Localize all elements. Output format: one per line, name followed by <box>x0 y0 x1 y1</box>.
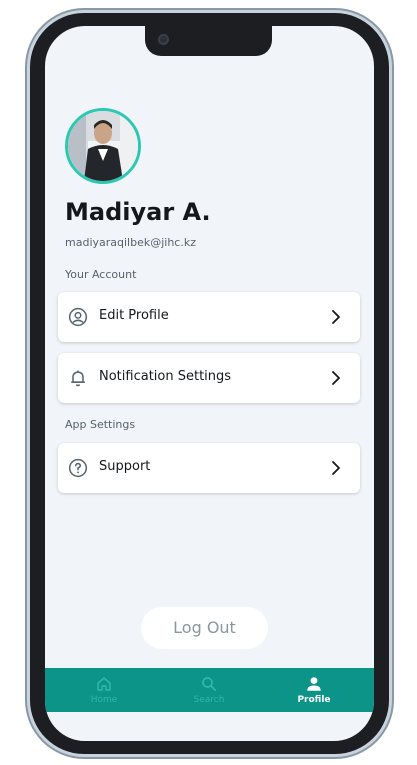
avatar-photo <box>68 111 138 181</box>
chevron-right-icon <box>332 310 340 324</box>
camera-icon <box>158 34 169 45</box>
screen: Madiyar A. madiyaraqilbek@jihc.kz Your A… <box>45 26 374 741</box>
nav-home-label: Home <box>90 695 118 705</box>
logout-button[interactable]: Log Out <box>141 607 268 649</box>
edit-profile-button[interactable]: Edit Profile <box>58 292 360 342</box>
profile-name: Madiyar A. <box>65 198 211 226</box>
chevron-right-icon <box>332 371 340 385</box>
bell-icon <box>71 370 85 387</box>
nav-search-label: Search <box>193 695 225 705</box>
chevron-right-icon <box>332 461 340 475</box>
section-label-app-settings: App Settings <box>65 418 136 431</box>
support-button[interactable]: Support <box>58 443 360 493</box>
search-icon <box>202 677 216 691</box>
support-label: Support <box>99 459 151 474</box>
bottom-nav-bar: Home Search Profile <box>45 668 374 712</box>
notification-settings-label: Notification Settings <box>99 369 232 384</box>
profile-email: madiyaraqilbek@jihc.kz <box>65 236 196 249</box>
nav-profile-label: Profile <box>297 695 331 705</box>
avatar <box>65 108 141 184</box>
notch <box>145 26 272 56</box>
person-icon <box>307 677 321 691</box>
section-label-your-account: Your Account <box>65 268 137 281</box>
nav-search[interactable]: Search <box>154 668 264 712</box>
edit-profile-label: Edit Profile <box>99 308 169 323</box>
help-circle-icon <box>68 458 88 478</box>
nav-profile[interactable]: Profile <box>259 668 369 712</box>
nav-home[interactable]: Home <box>49 668 159 712</box>
notification-settings-button[interactable]: Notification Settings <box>58 353 360 403</box>
home-icon <box>97 677 111 691</box>
account-circle-icon <box>68 307 88 327</box>
